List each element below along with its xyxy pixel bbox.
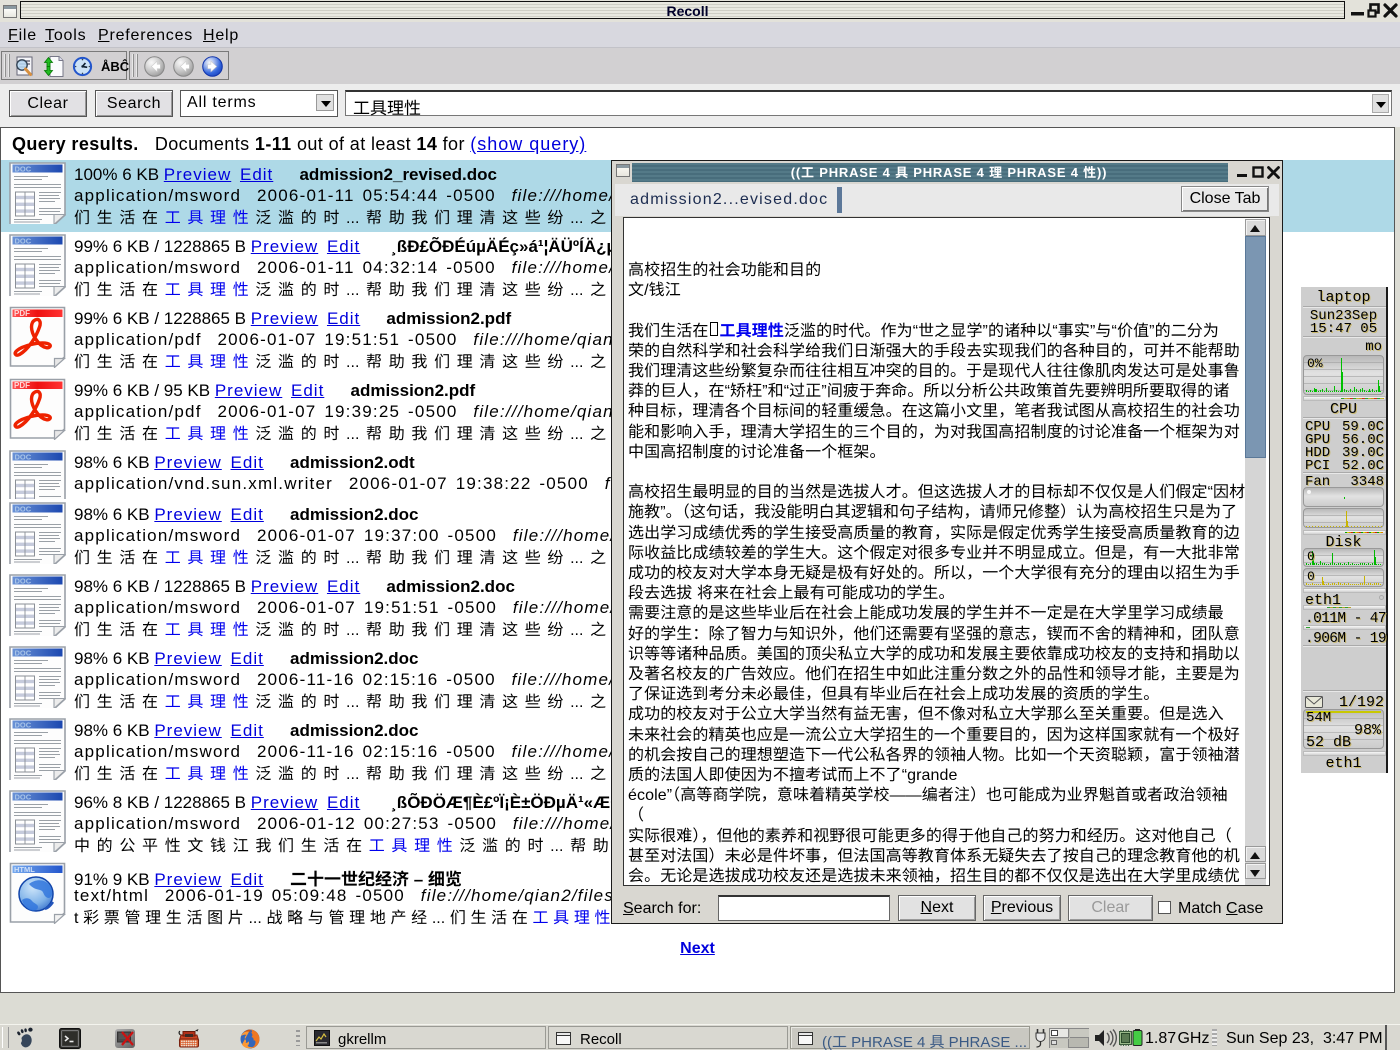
- svg-text:DOC: DOC: [15, 453, 32, 462]
- svg-text:DOC: DOC: [15, 649, 32, 658]
- svg-text:HTML: HTML: [14, 865, 35, 874]
- svg-text:DOC: DOC: [15, 721, 32, 730]
- svg-text:DOC: DOC: [15, 237, 32, 246]
- svg-text:DOC: DOC: [15, 577, 32, 586]
- svg-text:DOC: DOC: [15, 793, 32, 802]
- svg-text:DOC: DOC: [15, 165, 32, 174]
- svg-text:DOC: DOC: [15, 505, 32, 514]
- svg-text:PDF: PDF: [14, 309, 30, 318]
- svg-text:PDF: PDF: [14, 381, 30, 390]
